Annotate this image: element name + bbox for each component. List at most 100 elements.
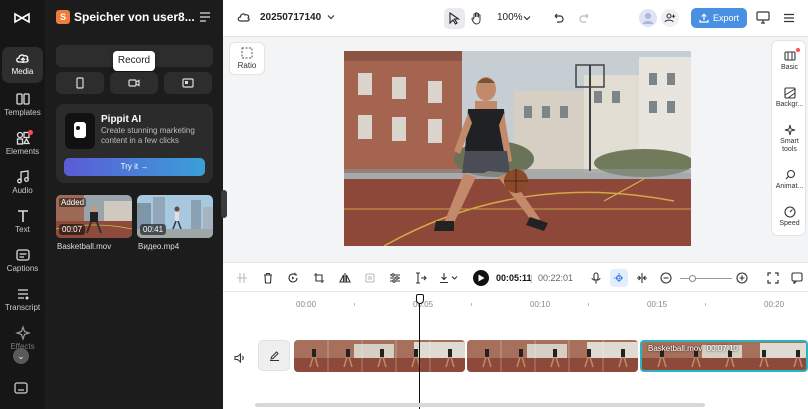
magnet-snap-button[interactable]	[610, 269, 628, 287]
speed-icon	[783, 206, 796, 218]
chevron-down-icon[interactable]	[523, 14, 531, 22]
captions-icon	[15, 249, 30, 261]
user-avatar[interactable]	[639, 9, 657, 27]
add-user-icon	[664, 13, 676, 23]
try-it-button[interactable]: Try it →	[64, 158, 205, 176]
export-label: Export	[713, 13, 740, 23]
rail-item-animation[interactable]: Animat...	[772, 169, 807, 191]
undo-icon[interactable]	[552, 12, 564, 24]
reverse-icon[interactable]	[287, 272, 299, 284]
rail-item-media[interactable]: Media	[2, 47, 43, 83]
pippit-description: Create stunning marketing content in a f…	[101, 126, 195, 145]
hand-icon[interactable]	[471, 11, 484, 25]
rail-item-captions[interactable]: Captions	[2, 244, 43, 280]
link-clips-icon[interactable]	[636, 272, 648, 284]
adjust-icon[interactable]	[389, 272, 401, 284]
record-button[interactable]	[110, 72, 158, 94]
zoom-out-icon[interactable]	[660, 272, 672, 284]
play-button[interactable]	[473, 270, 489, 286]
download-icon[interactable]	[439, 272, 459, 284]
rail-item-label: Captions	[6, 264, 39, 273]
comment-icon[interactable]	[791, 272, 803, 284]
media-panel: S Speicher von user8... Record Pippit AI…	[45, 0, 223, 409]
rail-item-transcript[interactable]: Transcript	[2, 283, 43, 319]
text-icon	[17, 210, 28, 222]
hamburger-menu-icon[interactable]	[783, 12, 795, 24]
media-duration: 00:07	[59, 224, 86, 235]
keyboard-icon[interactable]	[13, 380, 29, 396]
split-icon[interactable]	[236, 272, 248, 284]
clip-filmstrip	[294, 340, 465, 372]
video-clip[interactable]	[294, 340, 465, 372]
rail-expand-button[interactable]: ⌄	[13, 348, 29, 364]
panel-collapse-handle[interactable]	[221, 190, 227, 218]
select-tool-button[interactable]	[444, 8, 465, 29]
rail-item-audio[interactable]: Audio	[2, 166, 43, 202]
rail-item-basic[interactable]: Basic	[772, 48, 807, 72]
screen-record-button[interactable]	[164, 72, 212, 94]
left-rail: Media Templates Elements Audio Text Capt…	[0, 0, 45, 409]
freeze-icon[interactable]	[364, 272, 376, 284]
rail-item-speed[interactable]: Speed	[772, 206, 807, 228]
zoom-slider-track[interactable]	[680, 278, 732, 279]
video-preview[interactable]	[344, 51, 691, 246]
play-icon	[478, 274, 485, 282]
playhead-handle[interactable]	[416, 294, 424, 304]
cover-edit-button[interactable]	[258, 340, 290, 371]
rail-item-label: Text	[15, 225, 30, 234]
clip-filmstrip	[467, 340, 638, 372]
rail-item-text[interactable]: Text	[2, 205, 43, 241]
media-filename: Basketball.mov	[57, 242, 112, 251]
microphone-icon[interactable]	[590, 272, 602, 284]
crop-icon[interactable]	[313, 272, 325, 284]
media-duration: 00:41	[140, 224, 167, 235]
capcut-logo-icon[interactable]	[13, 9, 31, 27]
transcript-icon	[17, 289, 28, 300]
media-thumbnail-video[interactable]: 00:41	[137, 195, 213, 238]
playhead[interactable]	[419, 300, 420, 409]
smart-tools-icon	[784, 124, 795, 136]
timeline-scrollbar[interactable]	[255, 403, 705, 407]
chevron-down-icon[interactable]	[327, 13, 335, 21]
add-collaborator-button[interactable]	[661, 9, 679, 27]
record-tooltip: Record	[113, 51, 155, 71]
export-button[interactable]: Export	[691, 8, 747, 28]
ruler-tick	[705, 303, 706, 306]
ruler-tick	[588, 303, 589, 306]
animation-icon	[785, 169, 795, 180]
delete-icon[interactable]	[262, 272, 274, 284]
redo-icon[interactable]	[579, 12, 591, 24]
background-icon	[783, 87, 796, 99]
rail-item-smart-tools[interactable]: Smart tools	[772, 124, 807, 154]
video-clip[interactable]	[467, 340, 638, 372]
zoom-slider-handle[interactable]	[689, 275, 696, 282]
flip-icon[interactable]	[339, 272, 351, 284]
project-name[interactable]: Speicher von user8...	[74, 10, 195, 24]
phone-upload-button[interactable]	[56, 72, 104, 94]
project-title[interactable]: 20250717140	[260, 12, 321, 23]
fit-timeline-icon[interactable]	[767, 272, 779, 284]
rail-item-templates[interactable]: Templates	[2, 88, 43, 124]
timeline[interactable]: 00:00 00:05 00:10 00:15 00:20 Basketball…	[223, 292, 808, 409]
rail-item-label: Transcript	[4, 303, 41, 312]
ratio-label: Ratio	[237, 61, 257, 70]
clip-name: Basketball.mov	[648, 344, 703, 353]
rail-item-elements[interactable]: Elements	[2, 127, 43, 163]
selected-video-clip[interactable]: Basketball.mov 00:07:10	[640, 340, 808, 372]
speaker-icon[interactable]	[234, 352, 246, 364]
rail-item-background[interactable]: Backgr...	[772, 87, 807, 109]
ratio-button[interactable]: Ratio	[229, 42, 265, 75]
zoom-level[interactable]: 100%	[497, 12, 523, 23]
rail-item-label: Elements	[5, 147, 40, 156]
trim-icon[interactable]	[415, 272, 427, 284]
media-thumbnail-basketball[interactable]: Added 00:07	[56, 195, 132, 238]
pippit-ai-card[interactable]: Pippit AI Create stunning marketing cont…	[56, 104, 213, 183]
monitor-icon[interactable]	[756, 11, 770, 24]
person-icon	[642, 13, 654, 24]
ruler-label: 00:00	[296, 300, 317, 309]
menu-icon[interactable]	[199, 11, 211, 23]
cloud-sync-icon[interactable]	[237, 11, 251, 23]
properties-rail: Basic Backgr... Smart tools Animat... Sp…	[771, 40, 806, 236]
current-time: 00:05:11	[496, 273, 532, 283]
zoom-in-icon[interactable]	[736, 272, 748, 284]
